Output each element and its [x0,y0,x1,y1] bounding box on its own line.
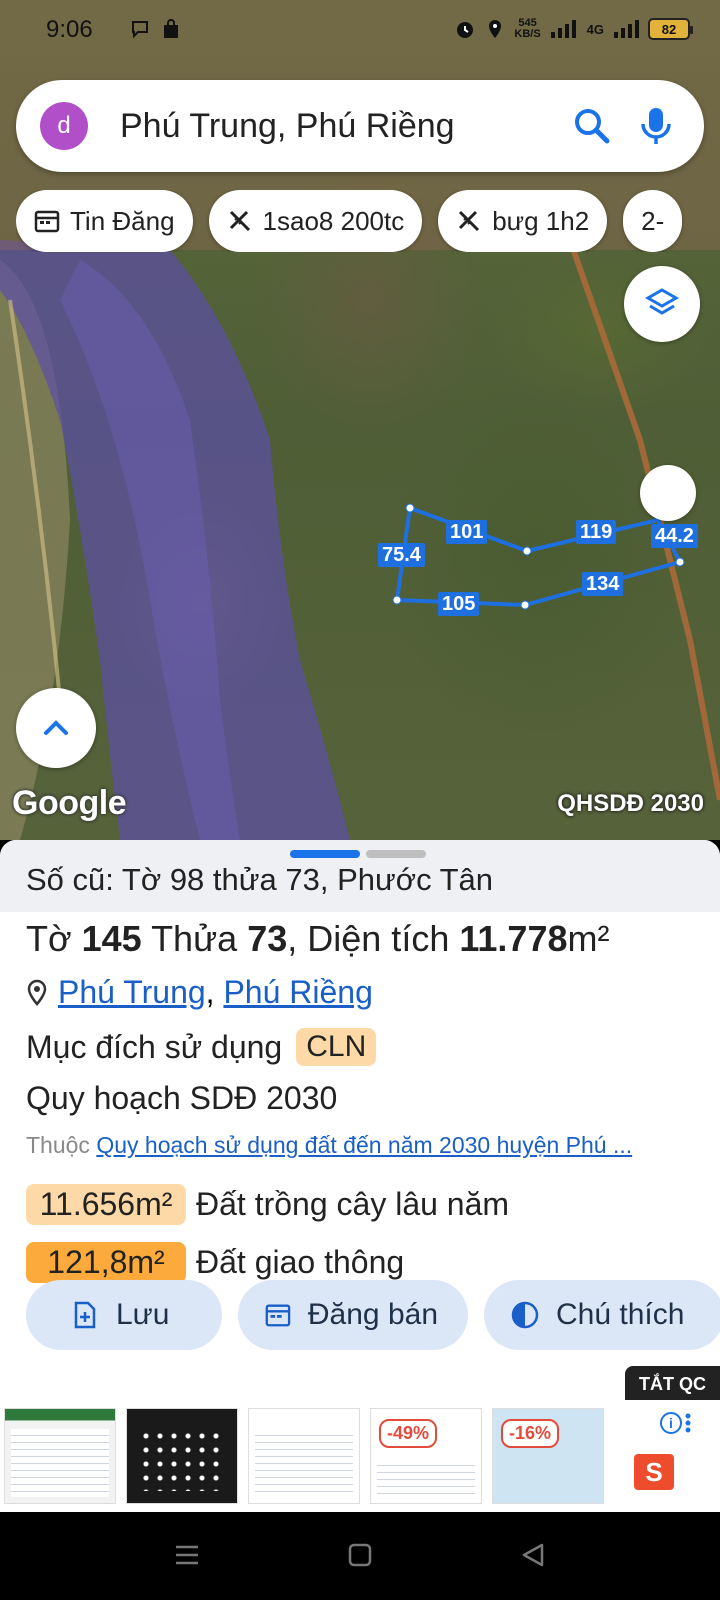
avatar[interactable]: d [40,102,88,150]
sheet-drag-handle[interactable] [290,850,426,858]
shopping-bag-icon [164,19,178,38]
parcel-outline [394,505,683,608]
battery-indicator: 82 [648,18,693,40]
add-file-icon [74,1301,96,1329]
ad-thumbnail[interactable]: -49% [370,1408,482,1504]
discount-badge: -49% [379,1419,438,1448]
location-pin-icon [27,979,47,1006]
alarm-icon [457,22,474,38]
discount-badge: -16% [501,1419,560,1448]
filter-chips: Tin Đăng 1sao8 200tc bưg 1h2 2- [16,190,720,252]
purpose-code-badge: CLN [296,1028,377,1066]
area-breakdown-row: 121,8m² Đất giao thông [26,1242,404,1283]
google-logo: Google [12,784,127,822]
status-time: 9:06 [46,16,93,43]
commune-link[interactable]: Phú Trung [58,974,206,1010]
system-nav-bar [0,1512,720,1600]
parcel-location: Phú Trung, Phú Riềng [26,974,373,1011]
ad-thumbnail[interactable] [248,1408,360,1504]
info-icon[interactable]: i [660,1412,682,1434]
segment-length-label: 44.2 [651,524,698,548]
save-button[interactable]: Lưu [26,1280,222,1350]
menu-icon[interactable] [174,1542,200,1568]
parcel-info-sheet[interactable]: Số cũ: Tờ 98 thửa 73, Phước Tân Tờ 145 T… [0,840,720,1400]
ad-thumbnail[interactable] [4,1408,116,1504]
ruler-icon [459,210,480,232]
plan-source-link[interactable]: Quy hoạch sử dụng đất đến năm 2030 huyện… [96,1132,632,1158]
segment-length-label: 101 [446,520,488,544]
location-icon [489,20,502,38]
map-marker-handle[interactable] [640,465,696,521]
search-bar[interactable]: d Phú Trung, Phú Riềng [16,80,704,172]
ruler-icon [229,210,250,232]
land-purpose: Mục đích sử dụng CLN [26,1028,377,1066]
home-icon[interactable] [348,1542,372,1568]
area-value-badge: 11.656m² [26,1184,186,1225]
plan-title: Quy hoạch SDĐ 2030 [26,1080,338,1116]
network-speed: 545 KB/S [514,17,541,40]
network-type: 4G [586,21,604,37]
microphone-icon[interactable] [638,106,674,146]
layers-button[interactable] [624,266,700,342]
status-bar: 9:06 545 KB/S 4G 82 [0,0,720,62]
ad-banner[interactable]: -49% -16% i S [0,1400,720,1512]
segment-length-label: 134 [582,572,624,596]
more-vertical-icon[interactable] [684,1412,692,1434]
shopee-logo: S [634,1454,674,1490]
segment-length-label: 75.4 [378,543,425,567]
back-icon[interactable] [520,1542,546,1568]
layers-icon [644,288,680,315]
legend-button[interactable]: Chú thích [484,1280,720,1350]
plan-layer-label: QHSDĐ 2030 [557,790,704,817]
hide-ads-button[interactable]: TẮT QC [625,1366,720,1403]
contrast-icon [511,1301,539,1329]
ad-thumbnail[interactable] [126,1408,238,1504]
district-link[interactable]: Phú Riềng [223,974,372,1010]
area-breakdown-row: 11.656m² Đất trồng cây lâu năm [26,1184,509,1225]
search-query[interactable]: Phú Trung, Phú Riềng [120,107,572,146]
action-buttons: Lưu Đăng bán Chú thích [26,1280,720,1350]
chip-bung[interactable]: bưg 1h2 [438,190,608,252]
ad-brand[interactable]: i S [614,1408,694,1504]
calendar-icon [34,210,60,233]
plan-source: Thuộc Quy hoạch sử dụng đất đến năm 2030… [26,1132,633,1158]
area-value-badge: 121,8m² [26,1242,186,1283]
chevron-up-icon [44,720,68,735]
signal-icon [614,20,639,38]
chip-1sao8[interactable]: 1sao8 200tc [208,190,423,252]
messenger-icon [132,21,148,39]
expand-up-button[interactable] [16,688,96,768]
chip-tin-dang[interactable]: Tin Đăng [16,190,193,252]
post-for-sale-button[interactable]: Đăng bán [238,1280,468,1350]
map-view[interactable]: 101 119 75.4 44.2 105 134 9:06 545 KB/S … [0,0,720,840]
signal-icon [550,20,576,38]
calendar-icon [265,1304,291,1327]
chip-more[interactable]: 2- [623,190,683,252]
segment-length-label: 119 [576,520,617,544]
segment-length-label: 105 [438,592,480,616]
ad-thumbnail[interactable]: -16% [492,1408,604,1504]
parcel-title: Tờ 145 Thửa 73, Diện tích 11.778m² [26,918,610,959]
search-icon[interactable] [572,106,612,146]
